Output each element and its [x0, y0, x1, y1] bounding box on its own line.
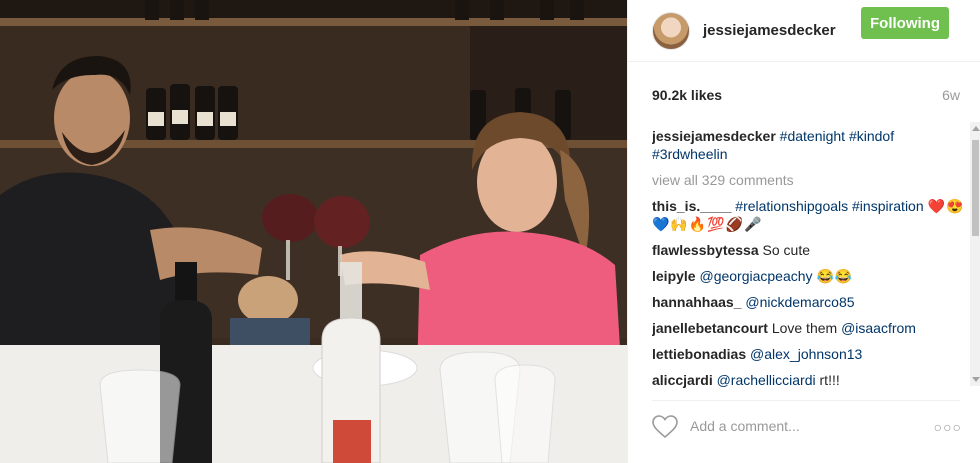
scroll-down-arrow-icon[interactable] — [972, 377, 980, 382]
caption-username[interactable]: jessiejamesdecker — [652, 128, 776, 144]
comment-username[interactable]: flawlessbytessa — [652, 242, 759, 258]
comment-mention[interactable]: @alex_johnson13 — [750, 346, 862, 362]
post-footer: ○○○ — [652, 400, 962, 452]
post-photo[interactable] — [0, 0, 627, 463]
comment-item: flawlessbytessa So cute — [652, 241, 968, 259]
comment-hashtags[interactable]: #relationshipgoals #inspiration — [735, 198, 923, 214]
post-username[interactable]: jessiejamesdecker — [703, 22, 836, 39]
caption: jessiejamesdecker #datenight #kindof #3r… — [652, 127, 968, 163]
comment-item: aliccjardi @rachellicciardi rt!!! — [652, 371, 968, 389]
comment-mention[interactable]: @georgiacpeachy — [699, 268, 812, 284]
comment-item: hannahhaas_ @nickdemarco85 — [652, 293, 968, 311]
comment-emoji: 😂😂 — [816, 268, 854, 284]
comment-username[interactable]: hannahhaas_ — [652, 294, 741, 310]
comment-mention[interactable]: @rachellicciardi — [717, 372, 816, 388]
avatar[interactable] — [652, 11, 690, 50]
comment-username[interactable]: leipyle — [652, 268, 696, 284]
comments-scrollbar[interactable] — [970, 122, 980, 386]
comment-username[interactable]: this_is.____ — [652, 198, 731, 214]
post-header: jessiejamesdecker Following — [628, 0, 980, 62]
comment-item: leipyle @georgiacpeachy 😂😂 — [652, 267, 968, 285]
scroll-thumb[interactable] — [972, 140, 979, 236]
add-comment-input[interactable] — [690, 418, 920, 434]
post-details-panel: jessiejamesdecker Following 90.2k likes … — [627, 0, 980, 463]
post-meta: 90.2k likes 6w — [652, 87, 960, 107]
comment-mention[interactable]: @nickdemarco85 — [745, 294, 854, 310]
comment-username[interactable]: aliccjardi — [652, 372, 713, 388]
following-button[interactable]: Following — [861, 7, 949, 39]
comment-text: So cute — [762, 242, 810, 258]
comment-text: rt!!! — [819, 372, 840, 388]
heart-icon[interactable] — [652, 415, 678, 439]
comment-username[interactable]: lettiebonadias — [652, 346, 746, 362]
comments-list: jessiejamesdecker #datenight #kindof #3r… — [652, 127, 968, 390]
comment-item: lettiebonadias @alex_johnson13 — [652, 345, 968, 363]
post-age[interactable]: 6w — [942, 87, 960, 103]
more-options-icon[interactable]: ○○○ — [934, 419, 962, 435]
view-all-comments-link[interactable]: view all 329 comments — [652, 171, 968, 189]
comment-username[interactable]: janellebetancourt — [652, 320, 768, 336]
comment-item: janellebetancourt Love them @isaacfrom — [652, 319, 968, 337]
likes-count[interactable]: 90.2k likes — [652, 87, 722, 103]
comment-mention[interactable]: @isaacfrom — [841, 320, 916, 336]
comment-text: Love them — [771, 320, 838, 336]
photo-illustration — [0, 0, 627, 463]
scroll-up-arrow-icon[interactable] — [972, 126, 980, 131]
comment-item: this_is.____ #relationshipgoals #inspira… — [652, 197, 968, 233]
